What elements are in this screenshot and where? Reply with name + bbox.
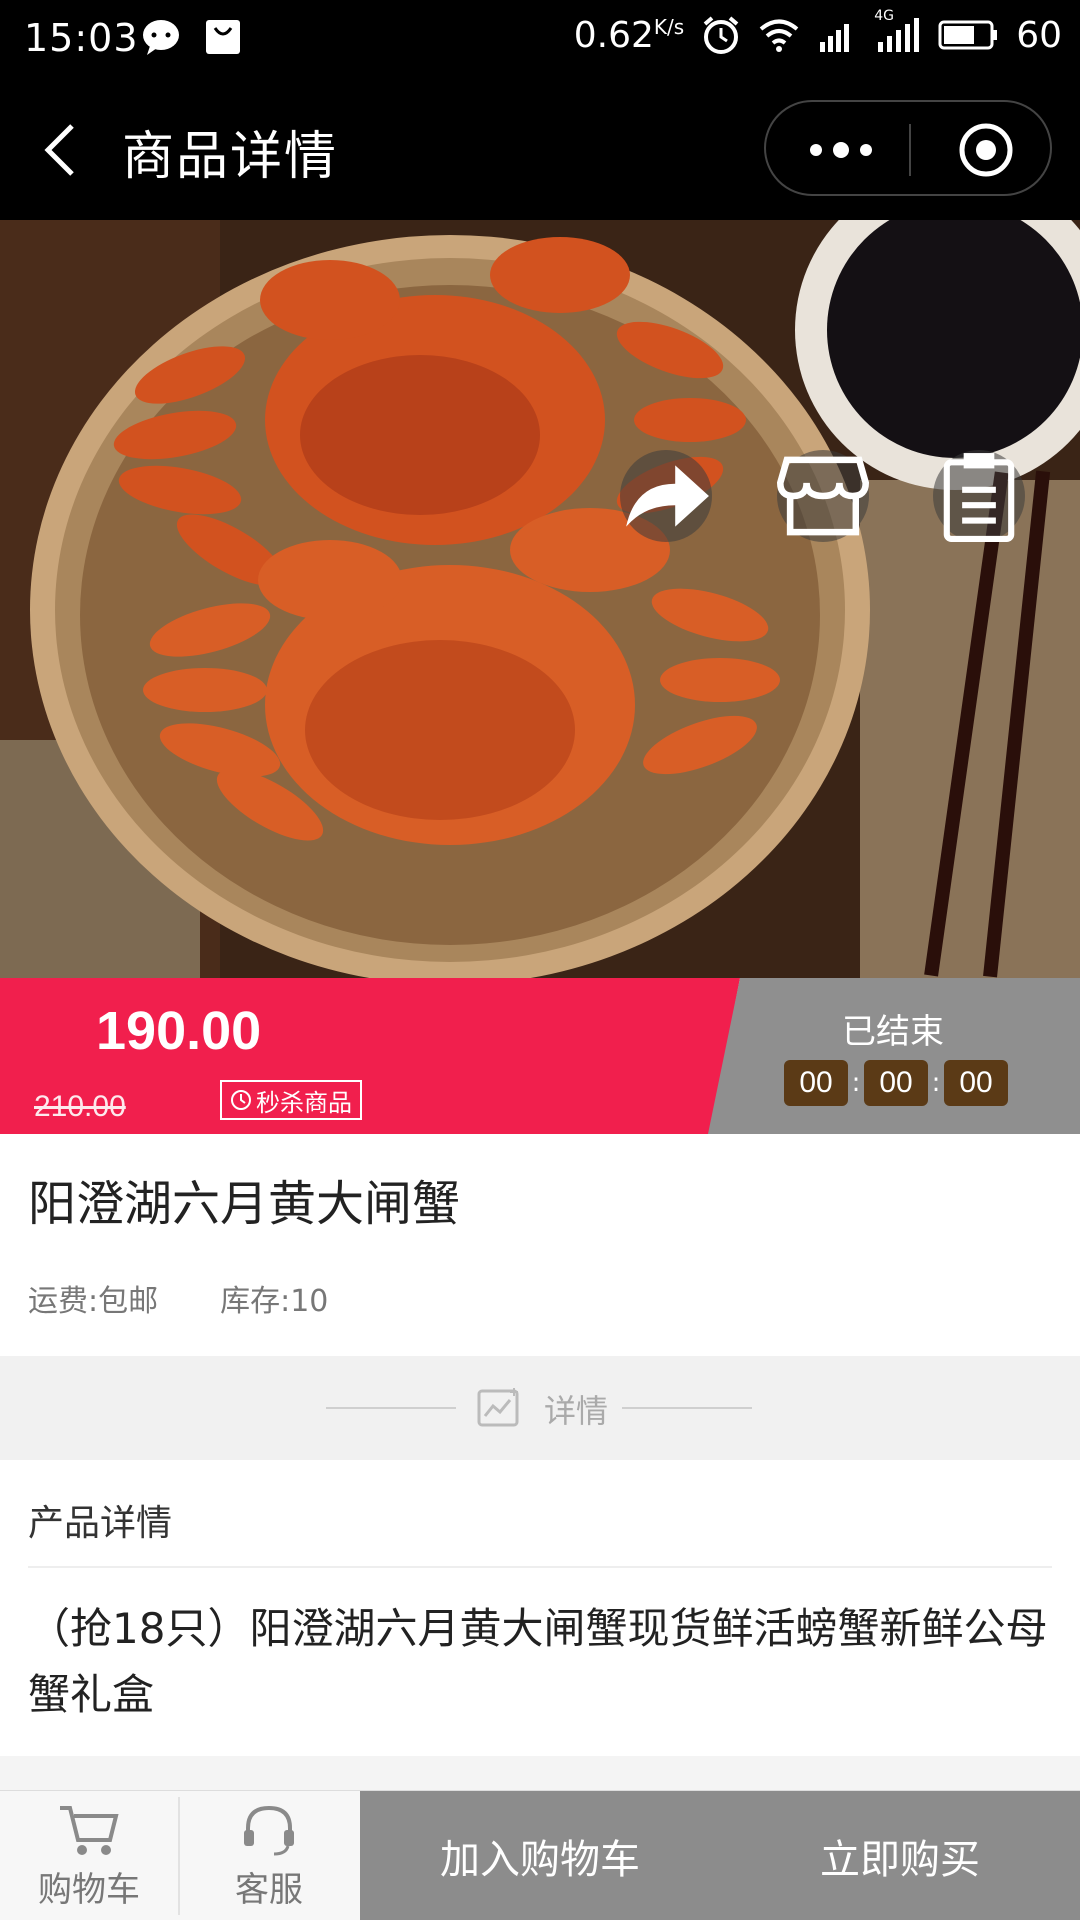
alarm-icon (703, 16, 739, 54)
countdown-panel (708, 978, 1080, 1134)
page-title: 商品详情 (122, 127, 339, 187)
signal-icon (820, 24, 850, 52)
image-chart-icon (477, 1388, 519, 1427)
target-circle-icon[interactable] (956, 120, 1016, 180)
signal-4g: 4G (874, 8, 922, 56)
chat-bubble-icon (143, 20, 179, 55)
chevron-left-icon[interactable] (36, 118, 96, 182)
original-price: 210.00 (34, 1090, 126, 1123)
buy-now-button[interactable]: 立即购买 (720, 1791, 1080, 1920)
detail-label: 详情 (544, 1392, 609, 1430)
product-image[interactable] (0, 220, 1080, 978)
shipping-info: 运费:包邮 (28, 1284, 159, 1319)
shopping-bag-icon (206, 20, 240, 54)
flash-sale-bar: 190.00 210.00 秒杀商品 已结束 00 : 00 : 00 (0, 978, 1080, 1134)
battery-icon (938, 20, 998, 50)
store-icon (777, 456, 869, 536)
section-gap (0, 1756, 1080, 1790)
product-info: 阳澄湖六月黄大闸蟹 运费:包邮 库存:10 (0, 1134, 1080, 1356)
capsule-divider (909, 124, 911, 176)
mini-program-capsule (764, 100, 1052, 196)
cart-tab[interactable]: 购物车 (0, 1791, 178, 1920)
net-speed: 0.62K/s (573, 14, 685, 56)
clipboard-list-icon (943, 453, 1015, 542)
seckill-badge: 秒杀商品 (220, 1080, 362, 1120)
store-button[interactable] (777, 450, 869, 542)
product-detail-separator (28, 1566, 1052, 1568)
status-time: 15:03 (24, 16, 139, 60)
share-button[interactable] (620, 450, 712, 542)
clock-icon (231, 1090, 251, 1110)
countdown-separator: : (931, 1068, 941, 1098)
divider-line-right (622, 1407, 752, 1409)
nav-bar: 商品详情 (0, 80, 1080, 220)
status-right: 0.62K/s 4G 60 (573, 8, 1062, 56)
status-left-icons (140, 16, 244, 58)
current-price: 190.00 (96, 1001, 262, 1061)
battery-level: 60 (1016, 14, 1062, 56)
bottom-action-bar: 购物车 客服 加入购物车 立即购买 (0, 1790, 1080, 1920)
customer-service-tab[interactable]: 客服 (180, 1791, 358, 1920)
seckill-label: 秒杀商品 (256, 1088, 352, 1117)
cart-label: 购物车 (38, 1869, 140, 1910)
wifi-icon (759, 19, 799, 52)
product-detail: 产品详情 （抢18只）阳澄湖六月黄大闸蟹现货鲜活螃蟹新鲜公母蟹礼盒 (0, 1460, 1080, 1756)
countdown-minutes: 00 (864, 1060, 928, 1106)
countdown-seconds: 00 (944, 1060, 1008, 1106)
detail-divider: 详情 (0, 1356, 1080, 1460)
divider-line-left (326, 1407, 456, 1409)
product-description: （抢18只）阳澄湖六月黄大闸蟹现货鲜活螃蟹新鲜公母蟹礼盒 (28, 1604, 1048, 1719)
sale-status: 已结束 (842, 1012, 944, 1052)
countdown-timer: 00 : 00 : 00 (784, 1060, 1008, 1106)
product-detail-heading: 产品详情 (28, 1503, 173, 1544)
headset-icon (244, 1805, 294, 1855)
share-arrow-icon (626, 465, 709, 527)
shopping-cart-icon (60, 1805, 119, 1855)
status-bar: 15:03 0.62K/s 4G 60 (0, 0, 1080, 80)
crab-photo (0, 220, 1080, 978)
product-meta: 运费:包邮 库存:10 (28, 1276, 328, 1320)
more-dots-icon[interactable] (806, 138, 876, 162)
countdown-hours: 00 (784, 1060, 848, 1106)
product-title: 阳澄湖六月黄大闸蟹 (28, 1176, 461, 1232)
service-label: 客服 (235, 1869, 303, 1910)
order-list-button[interactable] (933, 450, 1025, 542)
countdown-separator: : (851, 1068, 861, 1098)
stock-info: 库存:10 (220, 1284, 329, 1319)
add-to-cart-button[interactable]: 加入购物车 (360, 1791, 720, 1920)
